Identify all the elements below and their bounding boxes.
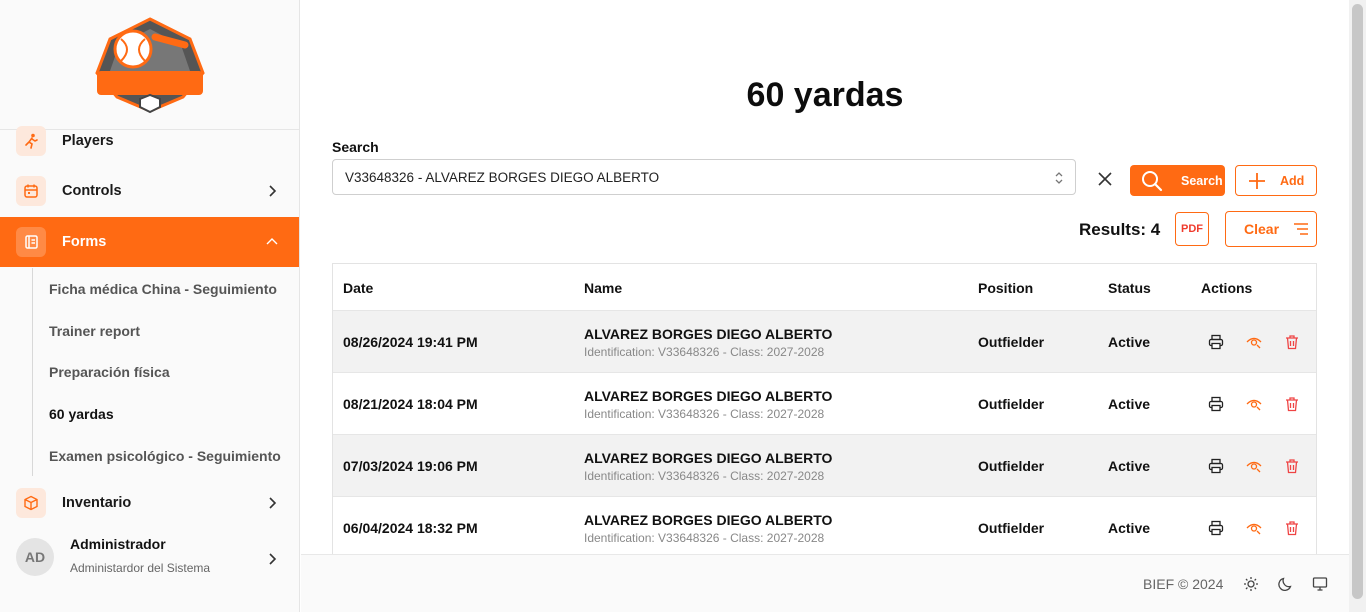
footer: BIEF © 2024: [301, 554, 1349, 612]
player-search-select[interactable]: V33648326 - ALVAREZ BORGES DIEGO ALBERTO: [332, 159, 1076, 195]
academy-logo: [94, 16, 205, 113]
print-icon[interactable]: [1208, 396, 1224, 412]
sun-icon[interactable]: [1243, 576, 1259, 592]
sidebar-item-label: Forms: [62, 234, 107, 250]
print-icon[interactable]: [1208, 334, 1224, 350]
clear-filters-button[interactable]: Clear: [1225, 211, 1317, 247]
clear-search-icon[interactable]: [1096, 170, 1114, 188]
sidebar-item-players[interactable]: Players: [0, 116, 299, 166]
print-icon[interactable]: [1208, 520, 1224, 536]
chevron-right-icon: [265, 184, 279, 198]
page-title: 60 yardas: [746, 76, 904, 114]
search-button[interactable]: Search: [1130, 165, 1225, 196]
view-icon[interactable]: [1246, 396, 1262, 412]
column-header-name: Name: [584, 280, 623, 296]
moon-icon[interactable]: [1278, 576, 1294, 592]
cell-date: 06/04/2024 18:32 PM: [343, 520, 478, 536]
chevron-right-icon: [265, 496, 279, 510]
sidebar-item-controls[interactable]: Controls: [0, 166, 299, 216]
table-header: Date Name Position Status Actions: [333, 264, 1316, 311]
cell-date: 07/03/2024 19:06 PM: [343, 458, 478, 474]
table-row: 06/04/2024 18:32 PM ALVAREZ BORGES DIEGO…: [333, 497, 1316, 554]
cell-date: 08/21/2024 18:04 PM: [343, 396, 478, 412]
submenu-item-trainer-report[interactable]: Trainer report: [33, 310, 299, 352]
runner-icon: [16, 126, 46, 156]
cell-position: Outfielder: [978, 458, 1045, 474]
filter-lines-icon: [1293, 222, 1309, 236]
sidebar-item-label: Players: [62, 133, 114, 149]
search-icon: [1141, 170, 1163, 192]
cell-identification: Identification: V33648326 - Class: 2027-…: [584, 531, 825, 545]
cell-date: 08/26/2024 19:41 PM: [343, 334, 478, 350]
add-button[interactable]: Add: [1235, 165, 1317, 196]
column-header-position: Position: [978, 280, 1034, 296]
column-header-date: Date: [343, 280, 374, 296]
column-header-actions: Actions: [1201, 280, 1253, 296]
sidebar-item-label: Inventario: [62, 495, 132, 511]
main-content: 60 yardas Search V33648326 - ALVAREZ BOR…: [301, 0, 1349, 554]
box-icon: [16, 488, 46, 518]
chevron-right-icon: [265, 552, 279, 566]
table-row: 07/03/2024 19:06 PM ALVAREZ BORGES DIEGO…: [333, 435, 1316, 497]
cell-name: ALVAREZ BORGES DIEGO ALBERTO: [584, 388, 833, 404]
cell-identification: Identification: V33648326 - Class: 2027-…: [584, 345, 825, 359]
sidebar: Players Controls Forms Ficha médica Chin…: [0, 0, 300, 612]
cell-status: Active: [1108, 334, 1151, 350]
plus-icon: [1248, 172, 1266, 190]
cell-name: ALVAREZ BORGES DIEGO ALBERTO: [584, 326, 833, 342]
trash-icon[interactable]: [1284, 334, 1300, 350]
table-row: 08/21/2024 18:04 PM ALVAREZ BORGES DIEGO…: [333, 373, 1316, 435]
user-menu[interactable]: AD Administrador Administardor del Siste…: [0, 530, 299, 590]
cell-position: Outfielder: [978, 520, 1045, 536]
search-button-label: Search: [1181, 173, 1223, 188]
submenu-item-preparacion-fisica[interactable]: Preparación física: [33, 351, 299, 393]
notebook-icon: [16, 227, 46, 257]
export-pdf-button[interactable]: PDF: [1175, 212, 1209, 246]
results-count: Results: 4: [1079, 220, 1161, 239]
cell-identification: Identification: V33648326 - Class: 2027-…: [584, 469, 825, 483]
view-icon[interactable]: [1246, 520, 1262, 536]
add-button-label: Add: [1280, 173, 1305, 188]
cell-position: Outfielder: [978, 334, 1045, 350]
sidebar-item-label: Controls: [62, 183, 122, 199]
cell-status: Active: [1108, 458, 1151, 474]
cell-identification: Identification: V33648326 - Class: 2027-…: [584, 407, 825, 421]
table-row: 08/26/2024 19:41 PM ALVAREZ BORGES DIEGO…: [333, 311, 1316, 373]
user-role: Administardor del Sistema: [70, 561, 211, 575]
records-table: Date Name Position Status Actions 08/26/…: [332, 263, 1317, 554]
trash-icon[interactable]: [1284, 396, 1300, 412]
cell-status: Active: [1108, 396, 1151, 412]
monitor-icon[interactable]: [1312, 576, 1328, 592]
view-icon[interactable]: [1246, 334, 1262, 350]
sidebar-item-inventario[interactable]: Inventario: [0, 478, 299, 528]
view-icon[interactable]: [1246, 458, 1262, 474]
trash-icon[interactable]: [1284, 458, 1300, 474]
submenu-item-60-yardas[interactable]: 60 yardas: [33, 393, 299, 435]
vertical-scrollbar[interactable]: [1349, 0, 1366, 612]
search-label: Search: [332, 139, 379, 155]
sidebar-item-forms[interactable]: Forms: [0, 217, 299, 267]
cell-position: Outfielder: [978, 396, 1045, 412]
scrollbar-thumb[interactable]: [1352, 4, 1363, 599]
column-header-status: Status: [1108, 280, 1151, 296]
print-icon[interactable]: [1208, 458, 1224, 474]
forms-submenu: Ficha médica China - Seguimiento Trainer…: [32, 268, 299, 477]
user-name: Administrador: [70, 536, 166, 552]
cell-name: ALVAREZ BORGES DIEGO ALBERTO: [584, 512, 833, 528]
cell-status: Active: [1108, 520, 1151, 536]
trash-icon[interactable]: [1284, 520, 1300, 536]
search-selected-value: V33648326 - ALVAREZ BORGES DIEGO ALBERTO: [345, 170, 660, 185]
calendar-icon: [16, 176, 46, 206]
logo-area: [0, 0, 299, 130]
submenu-item-examen-psicologico[interactable]: Examen psicológico - Seguimiento: [33, 435, 299, 477]
chevron-up-icon: [265, 235, 279, 249]
submenu-item-ficha-medica[interactable]: Ficha médica China - Seguimiento: [33, 268, 299, 310]
clear-button-label: Clear: [1244, 221, 1280, 237]
cell-name: ALVAREZ BORGES DIEGO ALBERTO: [584, 450, 833, 466]
avatar: AD: [16, 538, 54, 576]
select-updown-icon: [1053, 170, 1065, 186]
copyright-text: BIEF © 2024: [1143, 576, 1224, 592]
